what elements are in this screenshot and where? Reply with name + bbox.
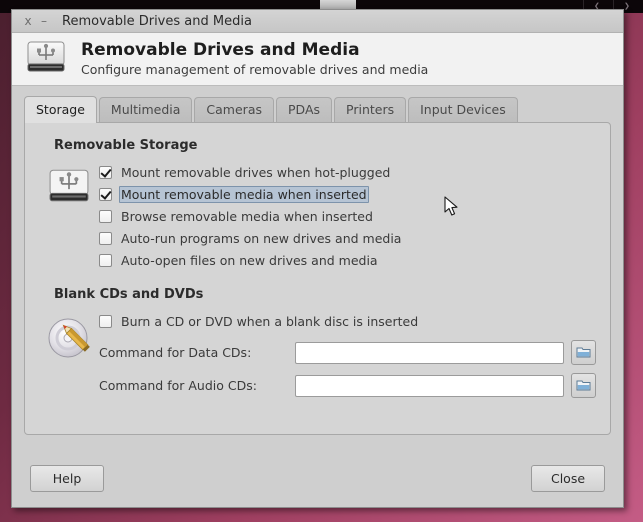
folder-icon <box>576 380 591 391</box>
tab-multimedia[interactable]: Multimedia <box>98 97 193 122</box>
tab-printers[interactable]: Printers <box>334 97 407 122</box>
header-subtitle: Configure management of removable drives… <box>81 62 429 77</box>
checkbox-browse-media[interactable] <box>99 209 112 223</box>
checkbox-row-burn-disc[interactable]: Burn a CD or DVD when a blank disc is in… <box>99 310 596 332</box>
checkbox-row-autoopen[interactable]: Auto-open files on new drives and media <box>99 249 596 271</box>
checkbox-mount-media[interactable] <box>99 187 112 201</box>
label-command-data-cds: Command for Data CDs: <box>99 345 252 360</box>
browse-button-audio-cds[interactable] <box>571 373 596 398</box>
checkbox-label-autoopen[interactable]: Auto-open files on new drives and media <box>119 252 380 269</box>
checkbox-row-mount-media[interactable]: Mount removable media when inserted <box>99 183 596 205</box>
checkbox-row-mount-hotplug[interactable]: Mount removable drives when hot-plugged <box>99 161 596 183</box>
title-bar[interactable]: x – Removable Drives and Media <box>12 10 623 33</box>
close-icon[interactable]: x <box>20 14 36 28</box>
close-button[interactable]: Close <box>531 464 605 492</box>
checkbox-label-burn-disc[interactable]: Burn a CD or DVD when a blank disc is in… <box>119 313 420 330</box>
field-row-audio-cds: Command for Audio CDs: <box>99 373 596 398</box>
removable-storage-group-title: Removable Storage <box>54 138 198 153</box>
checkbox-label-browse-media[interactable]: Browse removable media when inserted <box>119 208 375 225</box>
usb-drive-icon <box>39 161 99 207</box>
window-title: Removable Drives and Media <box>62 13 252 29</box>
input-command-data-cds[interactable] <box>295 341 564 364</box>
checkbox-mount-hotplug[interactable] <box>99 165 112 179</box>
help-button[interactable]: Help <box>30 464 104 492</box>
storage-tab-panel: Removable Storage Mount removable drives… <box>24 122 611 435</box>
usb-drive-icon <box>24 37 68 81</box>
checkbox-burn-disc[interactable] <box>99 314 112 328</box>
header-banner: Removable Drives and Media Configure man… <box>12 33 623 86</box>
removable-drives-window: x – Removable Drives and Media Removable… <box>11 9 624 508</box>
blank-cds-section: Burn a CD or DVD when a blank disc is in… <box>39 310 596 398</box>
folder-icon <box>576 347 591 358</box>
label-command-audio-cds: Command for Audio CDs: <box>99 378 257 393</box>
panel-indicator-icon[interactable]: ❯ <box>624 3 630 10</box>
checkbox-label-mount-media[interactable]: Mount removable media when inserted <box>119 185 369 203</box>
checkbox-label-mount-hotplug[interactable]: Mount removable drives when hot-plugged <box>119 164 392 181</box>
header-title: Removable Drives and Media <box>81 40 360 60</box>
tab-pdas[interactable]: PDAs <box>276 97 333 122</box>
checkbox-autorun[interactable] <box>99 231 112 245</box>
input-command-audio-cds[interactable] <box>295 374 564 397</box>
field-row-data-cds: Command for Data CDs: <box>99 340 596 365</box>
tab-cameras[interactable]: Cameras <box>194 97 274 122</box>
tab-input-devices[interactable]: Input Devices <box>408 97 518 122</box>
checkbox-row-autorun[interactable]: Auto-run programs on new drives and medi… <box>99 227 596 249</box>
tab-storage[interactable]: Storage <box>24 96 97 123</box>
minimize-icon[interactable]: – <box>36 14 52 28</box>
tab-strip: Storage Multimedia Cameras PDAs Printers… <box>24 96 623 123</box>
cd-pencil-icon <box>39 310 99 360</box>
blank-cds-group-title: Blank CDs and DVDs <box>54 287 204 302</box>
checkbox-autoopen[interactable] <box>99 253 112 267</box>
browse-button-data-cds[interactable] <box>571 340 596 365</box>
action-bar: Help Close <box>12 449 623 507</box>
checkbox-label-autorun[interactable]: Auto-run programs on new drives and medi… <box>119 230 403 247</box>
removable-storage-section: Mount removable drives when hot-plugged … <box>39 161 596 271</box>
checkbox-row-browse-media[interactable]: Browse removable media when inserted <box>99 205 596 227</box>
